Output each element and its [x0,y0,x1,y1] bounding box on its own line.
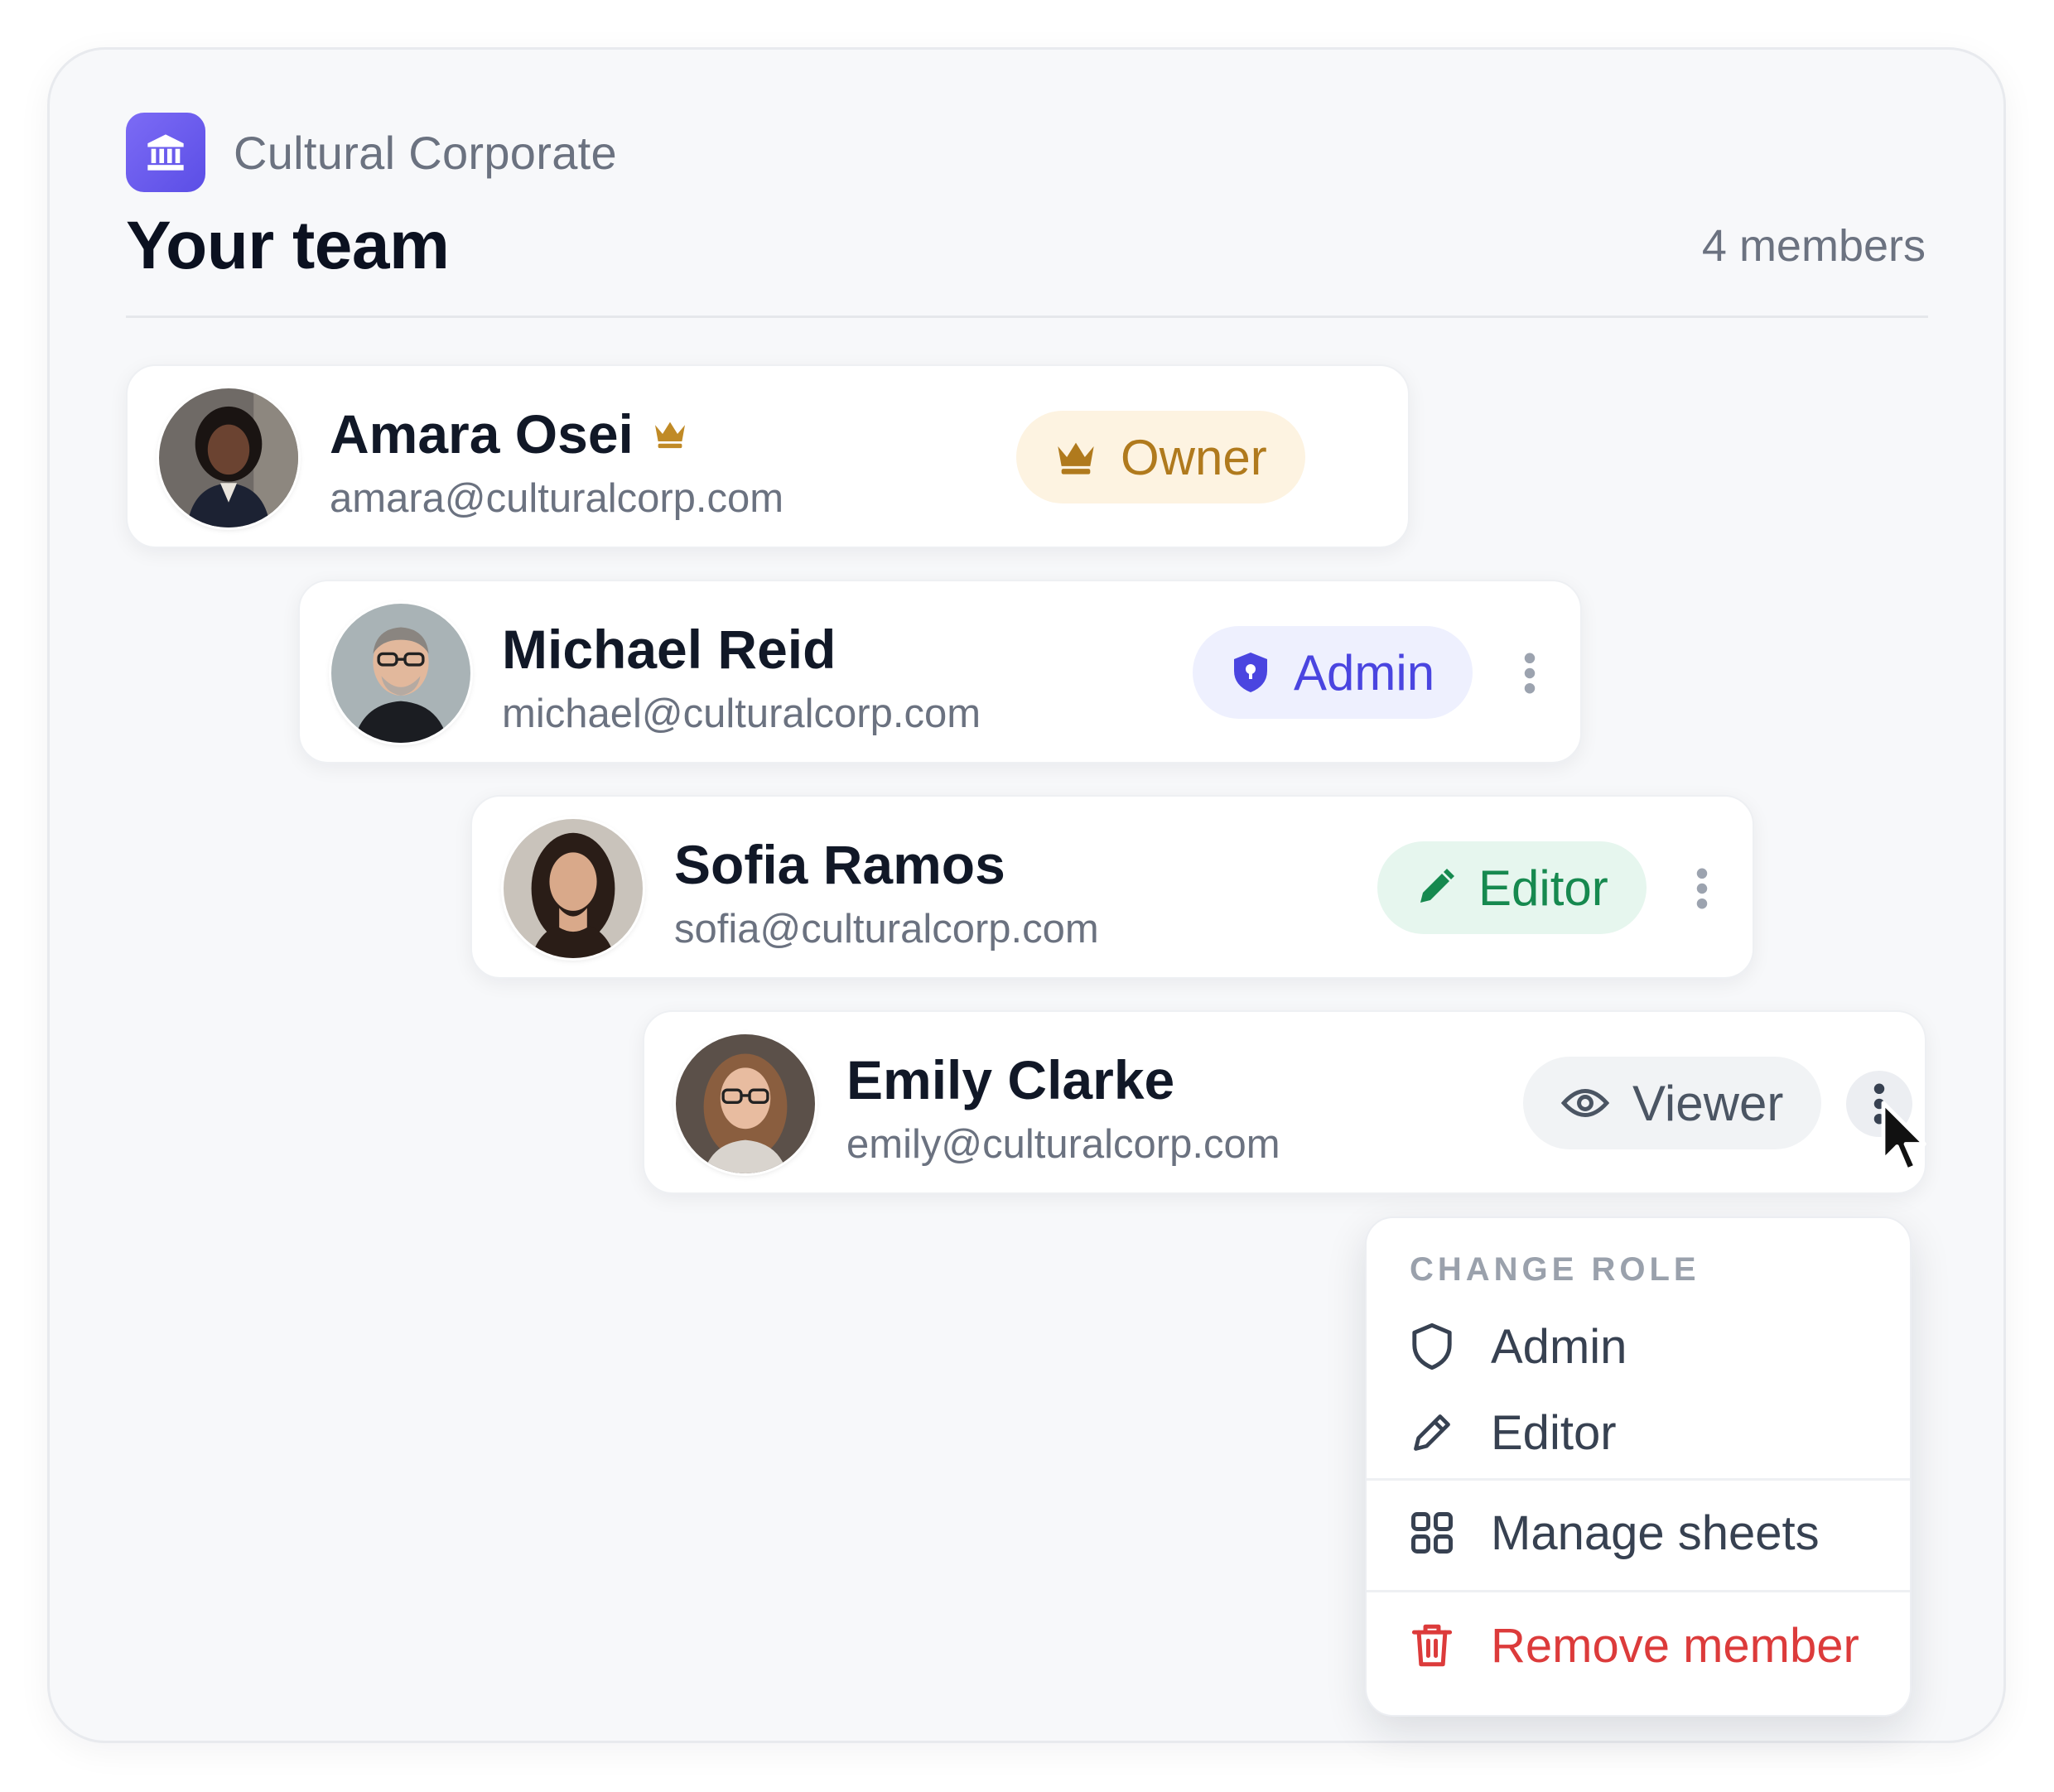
header-divider [126,316,1928,318]
avatar [159,388,298,527]
change-role-menu: CHANGE ROLE Admin Editor Manage sheets R… [1365,1216,1912,1717]
more-options-button[interactable] [1497,640,1563,706]
menu-item-manage-sheets[interactable]: Manage sheets [1408,1496,1820,1570]
member-email: emily@culturalcorp.com [846,1122,1280,1167]
member-email: sofia@culturalcorp.com [674,907,1099,951]
org-header: Cultural Corporate [126,113,617,192]
more-options-button[interactable] [1669,855,1735,922]
member-name: Emily Clarke [846,1049,1175,1110]
trash-icon [1408,1622,1456,1669]
menu-header: CHANGE ROLE [1410,1251,1700,1288]
bank-icon [126,113,205,192]
kebab-icon [1524,653,1536,694]
member-name: Sofia Ramos [674,834,1005,895]
menu-item-admin[interactable]: Admin [1408,1309,1627,1384]
member-name: Amara Osei [330,402,688,465]
menu-separator [1367,1478,1910,1481]
crown-icon [652,419,688,449]
crown-icon [1054,439,1097,475]
member-card-amara-osei: Amara Osei amara@culturalcorp.com Owner [126,364,1410,548]
pencil-outline-icon [1408,1411,1456,1454]
member-card-michael-reid: Michael Reid michael@culturalcorp.com Ad… [298,580,1582,764]
role-badge-owner: Owner [1016,411,1305,503]
menu-item-editor[interactable]: Editor [1408,1395,1617,1470]
member-card-emily-clarke: Emily Clarke emily@culturalcorp.com View… [643,1010,1926,1194]
shield-icon [1231,651,1270,694]
avatar [676,1034,815,1173]
member-email: michael@culturalcorp.com [502,691,981,736]
member-email: amara@culturalcorp.com [330,476,784,521]
member-name: Michael Reid [502,619,837,680]
avatar [331,604,470,743]
org-name: Cultural Corporate [234,126,617,179]
member-count: 4 members [1701,221,1926,271]
member-card-sofia-ramos: Sofia Ramos sofia@culturalcorp.com Edito… [470,795,1754,979]
role-badge-admin: Admin [1193,626,1473,719]
menu-item-remove-member[interactable]: Remove member [1408,1608,1859,1683]
eye-icon [1561,1086,1609,1120]
menu-separator [1367,1590,1910,1592]
pencil-icon [1415,868,1455,908]
page-title: Your team [126,208,450,283]
grid-icon [1408,1510,1456,1555]
avatar [504,819,643,958]
mouse-cursor-icon [1878,1100,1928,1180]
role-badge-editor: Editor [1377,841,1647,934]
kebab-icon [1696,868,1708,909]
role-badge-viewer: Viewer [1523,1057,1822,1149]
shield-outline-icon [1408,1322,1456,1370]
